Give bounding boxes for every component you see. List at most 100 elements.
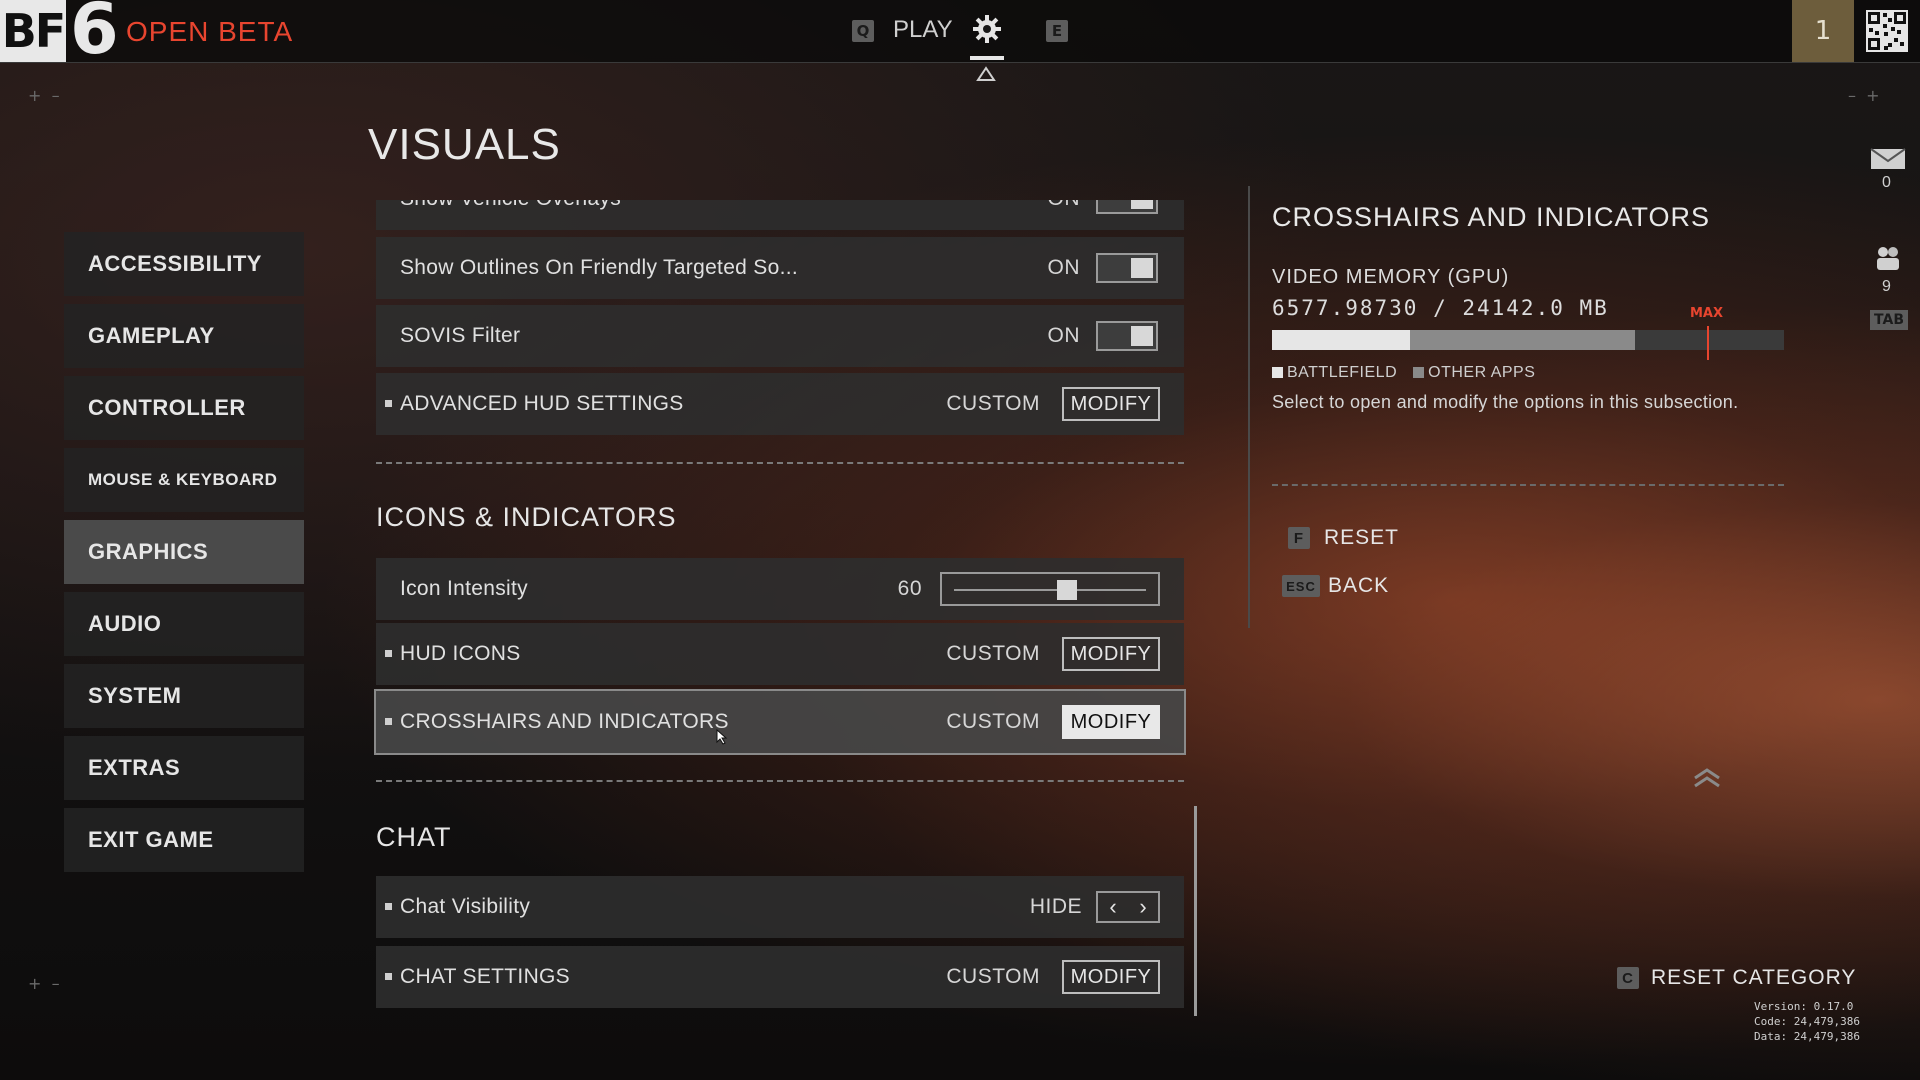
settings-list-clip: Show Vehicle Overlays ON (376, 200, 1184, 230)
setting-value: HIDE (1029, 895, 1082, 918)
setting-label: HUD ICONS (400, 642, 521, 665)
reset-key: F (1288, 527, 1310, 549)
beta-label: OPEN BETA (126, 16, 294, 47)
setting-value: CUSTOM (946, 392, 1040, 415)
sidebar-item-graphics[interactable]: GRAPHICS (64, 520, 304, 584)
reset-category-action[interactable]: C RESET CATEGORY (1617, 966, 1856, 990)
toggle-knob (1131, 258, 1153, 278)
section-heading-chat: CHAT (376, 822, 452, 852)
data-text: Data: 24,479,386 (1754, 1030, 1860, 1043)
setting-row-vehicle-overlays[interactable]: Show Vehicle Overlays ON (376, 200, 1184, 230)
video-memory-label: VIDEO MEMORY (GPU) (1272, 266, 1510, 288)
section-divider (376, 462, 1184, 464)
chevron-right-icon[interactable]: › (1139, 894, 1146, 920)
legend-battlefield: BATTLEFIELD (1272, 364, 1397, 382)
panel-divider (1272, 484, 1784, 486)
battlefield-memory-fill (1272, 330, 1410, 350)
mail-count: 0 (1882, 174, 1891, 191)
max-memory-marker (1707, 326, 1709, 360)
sidebar-item-audio[interactable]: AUDIO (64, 592, 304, 656)
back-key: ESC (1282, 575, 1320, 597)
triangle-indicator-icon (976, 66, 996, 82)
sidebar-item-system[interactable]: SYSTEM (64, 664, 304, 728)
modify-button[interactable]: MODIFY (1062, 387, 1160, 421)
modify-button[interactable]: MODIFY (1062, 637, 1160, 671)
setting-row-advanced-hud[interactable]: ADVANCED HUD SETTINGS CUSTOM MODIFY (376, 373, 1184, 435)
squad-icon[interactable] (1874, 244, 1902, 276)
slider-thumb[interactable] (1057, 580, 1077, 600)
reset-category-key: C (1617, 967, 1639, 989)
setting-label: Icon Intensity (400, 577, 528, 600)
corner-mark: + – (28, 974, 60, 993)
toggle-knob (1131, 326, 1153, 346)
legend-swatch (1413, 367, 1425, 378)
subsection-bullet-icon (385, 400, 392, 407)
setting-value: ON (1047, 324, 1080, 347)
back-label: BACK (1328, 574, 1390, 597)
panel-description: Select to open and modify the options in… (1272, 392, 1739, 412)
mail-icon[interactable] (1870, 148, 1906, 174)
setting-value: CUSTOM (946, 642, 1040, 665)
section-heading-icons: ICONS & INDICATORS (376, 502, 677, 532)
game-logo-number: 6 (70, 0, 119, 70)
slider-track (954, 589, 1146, 591)
legend-label: OTHER APPS (1428, 364, 1536, 381)
reset-label: RESET (1324, 526, 1400, 549)
toggle-switch[interactable] (1096, 200, 1158, 214)
tab-key[interactable]: TAB (1870, 310, 1908, 330)
setting-label: Show Outlines On Friendly Targeted So... (400, 256, 798, 279)
toggle-switch[interactable] (1096, 321, 1158, 351)
setting-row-icon-intensity[interactable]: Icon Intensity 60 (376, 558, 1184, 620)
reset-action[interactable]: F RESET (1288, 526, 1399, 550)
setting-row-sovis-filter[interactable]: SOVIS Filter ON (376, 305, 1184, 367)
icon-intensity-slider[interactable] (940, 572, 1160, 606)
max-label: MAX (1690, 306, 1724, 321)
qr-code-icon[interactable] (1866, 10, 1908, 52)
setting-row-chat-settings[interactable]: CHAT SETTINGS CUSTOM MODIFY (376, 946, 1184, 1008)
setting-label: Show Vehicle Overlays (400, 200, 621, 211)
scrollbar[interactable] (1194, 806, 1197, 1016)
back-action[interactable]: ESC BACK (1282, 574, 1389, 598)
version-text: Version: 0.17.0 (1754, 1000, 1854, 1013)
modify-button[interactable]: MODIFY (1062, 960, 1160, 994)
setting-value: ON (1047, 256, 1080, 279)
active-tab-indicator (970, 56, 1004, 60)
setting-row-crosshairs[interactable]: CROSSHAIRS AND INDICATORS CUSTOM MODIFY (374, 689, 1186, 755)
settings-gear-icon[interactable] (972, 14, 1002, 44)
code-text: Code: 24,479,386 (1754, 1015, 1860, 1028)
setting-row-friendly-outlines[interactable]: Show Outlines On Friendly Targeted So...… (376, 237, 1184, 299)
game-logo: BF (0, 0, 66, 62)
subsection-bullet-icon (385, 973, 392, 980)
player-rank-badge[interactable]: 1 (1792, 0, 1854, 62)
corner-mark: – + (1848, 86, 1880, 105)
sidebar-item-accessibility[interactable]: ACCESSIBILITY (64, 232, 304, 296)
chevron-left-icon[interactable]: ‹ (1109, 894, 1116, 920)
legend-other-apps: OTHER APPS (1413, 364, 1535, 382)
setting-label: SOVIS Filter (400, 324, 521, 347)
toggle-switch[interactable] (1096, 253, 1158, 283)
squad-count: 9 (1882, 278, 1891, 295)
setting-label: CROSSHAIRS AND INDICATORS (400, 710, 729, 733)
setting-label: ADVANCED HUD SETTINGS (400, 392, 684, 415)
setting-value: 60 (897, 577, 922, 600)
setting-label: CHAT SETTINGS (400, 965, 570, 988)
setting-row-hud-icons[interactable]: HUD ICONS CUSTOM MODIFY (376, 623, 1184, 685)
sidebar-item-controller[interactable]: CONTROLLER (64, 376, 304, 440)
sidebar-item-extras[interactable]: EXTRAS (64, 736, 304, 800)
tab-play[interactable]: PLAY (893, 16, 953, 44)
subsection-bullet-icon (385, 650, 392, 657)
subsection-bullet-icon (385, 718, 392, 725)
modify-button[interactable]: MODIFY (1062, 705, 1160, 739)
sidebar-item-exit-game[interactable]: EXIT GAME (64, 808, 304, 872)
sidebar-item-gameplay[interactable]: GAMEPLAY (64, 304, 304, 368)
panel-title: CROSSHAIRS AND INDICATORS (1272, 202, 1711, 232)
prev-tab-key[interactable]: Q (852, 20, 874, 42)
sidebar-item-mouse-keyboard[interactable]: MOUSE & KEYBOARD (64, 448, 304, 512)
next-tab-key[interactable]: E (1046, 20, 1068, 42)
reset-category-label: RESET CATEGORY (1651, 966, 1857, 989)
setting-value: CUSTOM (946, 965, 1040, 988)
setting-row-chat-visibility[interactable]: Chat Visibility HIDE ‹ › (376, 876, 1184, 938)
section-divider (376, 780, 1184, 782)
video-memory-value: 6577.98730 / 24142.0 MB (1272, 296, 1609, 320)
chat-visibility-selector[interactable]: ‹ › (1096, 891, 1160, 923)
